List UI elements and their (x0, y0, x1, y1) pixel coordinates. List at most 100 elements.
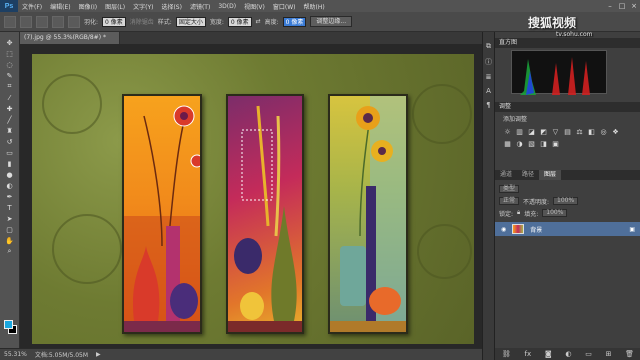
opacity-label: 不透明度: (523, 198, 550, 206)
feather-input[interactable]: 0 像素 (102, 16, 126, 27)
photo-filter-icon[interactable]: ◎ (599, 127, 608, 136)
intersect-selection-button[interactable] (68, 15, 80, 28)
collapsed-panel-icons: ⧉ ⓘ ≣ A ¶ (483, 32, 495, 360)
paragraph-icon[interactable]: ¶ (486, 101, 490, 109)
selective-color-icon[interactable]: ▣ (551, 139, 560, 148)
menu-window[interactable]: 窗口(W) (269, 2, 300, 11)
history-brush-tool-icon[interactable]: ↺ (3, 137, 17, 146)
minimize-button[interactable]: – (604, 0, 616, 12)
tab-channels[interactable]: 通道 (495, 170, 517, 180)
antialias-checkbox[interactable]: 消除锯齿 (130, 17, 154, 26)
eyedropper-tool-icon[interactable]: ⁄ (3, 93, 17, 102)
histogram-panel-header[interactable]: 直方图 (495, 38, 640, 48)
exposure-icon[interactable]: ◩ (539, 127, 548, 136)
maximize-button[interactable]: □ (616, 0, 628, 12)
invert-icon[interactable]: ◑ (515, 139, 524, 148)
threshold-icon[interactable]: ◨ (539, 139, 548, 148)
menu-layer[interactable]: 图层(L) (101, 2, 129, 11)
trash-icon[interactable]: 🗑︎ (625, 350, 634, 358)
document-canvas[interactable] (32, 54, 474, 344)
height-input[interactable]: 0 像素 (282, 16, 307, 27)
hand-tool-icon[interactable]: ✋ (3, 236, 17, 245)
shape-tool-icon[interactable]: ▢ (3, 225, 17, 234)
status-menu-arrow-icon[interactable]: ▶ (96, 351, 101, 358)
path-select-tool-icon[interactable]: ➤ (3, 214, 17, 223)
canvas-area[interactable] (20, 44, 482, 348)
menu-select[interactable]: 选择(S) (157, 2, 186, 11)
fx-icon[interactable]: fx (524, 350, 531, 358)
eye-icon[interactable]: ◉ (501, 226, 506, 233)
posterize-icon[interactable]: ▧ (527, 139, 536, 148)
info-icon[interactable]: ⓘ (485, 57, 492, 67)
menu-3d[interactable]: 3D(D) (214, 3, 240, 10)
layer-kind-select[interactable]: 类型 (499, 185, 520, 193)
subtract-selection-button[interactable] (52, 15, 64, 28)
document-tab[interactable]: (7).jpg @ 55.3%(RGB/8#) * (20, 32, 120, 44)
blur-tool-icon[interactable]: ● (3, 170, 17, 179)
tab-paths[interactable]: 路径 (517, 170, 539, 180)
folder-icon[interactable]: ▭ (585, 350, 592, 358)
color-lookup-icon[interactable]: ▦ (503, 139, 512, 148)
opacity-input[interactable]: 100% (553, 197, 579, 205)
style-select[interactable]: 固定大小 (175, 16, 206, 27)
layers-panel-tabs: 通道 路径 图层 (495, 170, 640, 180)
new-selection-button[interactable] (20, 15, 32, 28)
pen-tool-icon[interactable]: ✒ (3, 192, 17, 201)
levels-icon[interactable]: ▥ (515, 127, 524, 136)
type-tool-icon[interactable]: T (3, 203, 17, 212)
vine-ornament (52, 214, 122, 284)
zoom-level[interactable]: 55.31% (4, 351, 27, 358)
layer-name[interactable]: 背景 (530, 225, 542, 234)
refine-edge-button[interactable]: 调整边缘... (310, 16, 353, 27)
eraser-tool-icon[interactable]: ▭ (3, 148, 17, 157)
marquee-tool-preset-button[interactable] (4, 15, 16, 28)
hue-saturation-icon[interactable]: ▤ (563, 127, 572, 136)
menu-image[interactable]: 图像(I) (75, 2, 101, 11)
move-tool-icon[interactable]: ✥ (3, 38, 17, 47)
clone-stamp-tool-icon[interactable]: ♜ (3, 126, 17, 135)
mask-icon[interactable]: ◙ (545, 350, 552, 358)
color-balance-icon[interactable]: ⚖ (575, 127, 584, 136)
lasso-tool-icon[interactable]: ◌ (3, 60, 17, 69)
vibrance-icon[interactable]: ▽ (551, 127, 560, 136)
close-button[interactable]: × (628, 0, 640, 12)
artwork-panel-right (328, 94, 408, 334)
blend-mode-select[interactable]: 正常 (499, 197, 520, 205)
menu-edit[interactable]: 编辑(E) (46, 2, 74, 11)
fill-input[interactable]: 100% (542, 209, 568, 217)
swap-icon[interactable]: ⇄ (256, 18, 261, 25)
crop-tool-icon[interactable]: ⌗ (3, 82, 17, 91)
channel-mixer-icon[interactable]: ❖ (611, 127, 620, 136)
brush-tool-icon[interactable]: ╱ (3, 115, 17, 124)
healing-brush-tool-icon[interactable]: ✚ (3, 104, 17, 113)
new-layer-icon[interactable]: ⊞ (606, 350, 612, 358)
zoom-tool-icon[interactable]: ⌕ (3, 247, 17, 256)
marquee-tool-icon[interactable]: ⬚ (3, 49, 17, 58)
lock-row: 锁定: 🔒︎ 填充: 100% (499, 208, 568, 218)
black-white-icon[interactable]: ◧ (587, 127, 596, 136)
menu-filter[interactable]: 滤镜(T) (186, 2, 214, 11)
width-input[interactable]: 0 像素 (227, 16, 252, 27)
properties-icon[interactable]: ≣ (486, 73, 492, 81)
menu-file[interactable]: 文件(F) (18, 2, 46, 11)
tab-layers[interactable]: 图层 (539, 170, 562, 180)
character-icon[interactable]: A (486, 87, 491, 95)
add-selection-button[interactable] (36, 15, 48, 28)
dodge-tool-icon[interactable]: ◐ (3, 181, 17, 190)
gradient-tool-icon[interactable]: ▮ (3, 159, 17, 168)
layer-row-background[interactable]: ◉ 背景 ▣ (495, 222, 640, 236)
histogram-graph (511, 50, 607, 95)
adjustments-panel-header[interactable]: 调整 (495, 102, 640, 112)
menu-help[interactable]: 帮助(H) (300, 2, 329, 11)
history-icon[interactable]: ⧉ (486, 42, 491, 51)
link-icon[interactable]: ⛓ (502, 350, 511, 358)
foreground-color-swatch[interactable] (4, 320, 13, 329)
status-bar: 55.31% 文档:5.05M/5.05M ▶ (0, 348, 482, 360)
menu-view[interactable]: 视图(V) (240, 2, 269, 11)
lock-icon[interactable]: 🔒︎ (517, 209, 520, 217)
adjust-icon[interactable]: ◐ (565, 350, 571, 358)
curves-icon[interactable]: ◪ (527, 127, 536, 136)
quick-select-tool-icon[interactable]: ✎ (3, 71, 17, 80)
menu-type[interactable]: 文字(Y) (129, 2, 157, 11)
brightness-icon[interactable]: ☼ (503, 127, 512, 136)
